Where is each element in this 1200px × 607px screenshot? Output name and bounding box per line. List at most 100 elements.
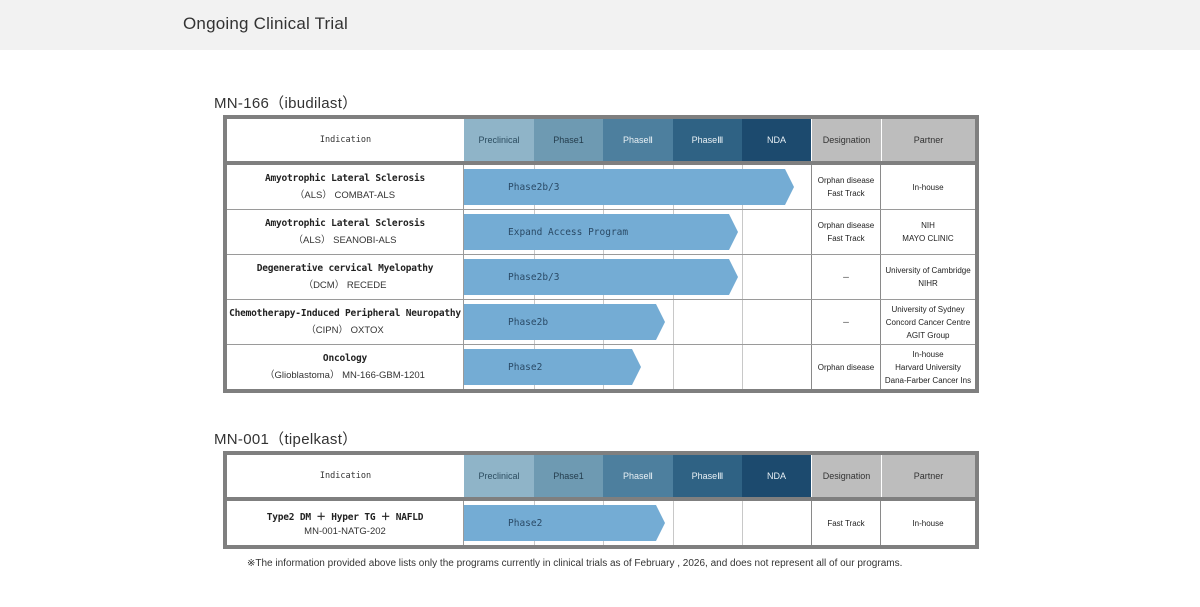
progress-bar: Phase2b xyxy=(464,304,665,340)
partner-cell: In-house xyxy=(880,501,975,545)
designation-text: － xyxy=(842,272,850,282)
indication-cell: Amyotrophic Lateral Sclerosis （ALS） SEANO… xyxy=(227,210,464,254)
partner-text: University of Cambridge xyxy=(885,266,971,275)
phase-divider xyxy=(673,300,674,344)
designation-text: Fast Track xyxy=(827,234,865,243)
table-row: Degenerative cervical Myelopathy （DCM） RE… xyxy=(227,255,975,300)
program-label: Phase2 xyxy=(508,517,543,529)
designation-text: Orphan disease xyxy=(817,176,875,185)
trial-name: （CIPN） OXTOX xyxy=(306,325,384,336)
designation-text: Orphan disease xyxy=(817,362,875,372)
table-header: Indication Preclinical Phase1 PhaseⅡ PhaseⅢ N… xyxy=(227,119,975,165)
column-header-preclinical: Preclinical xyxy=(464,455,534,497)
designation-text: Orphan disease xyxy=(817,221,875,230)
partner-text: Dana-Farber Cancer Ins xyxy=(884,375,972,385)
column-header-phase3: PhaseⅢ xyxy=(673,119,742,161)
progress-bar: Phase2b/3 xyxy=(464,169,794,205)
program-label: Phase2b/3 xyxy=(508,271,560,283)
progress-bar: Expand Access Program xyxy=(464,214,738,250)
program-label: Phase2b xyxy=(508,316,549,328)
indication-name: Chemotherapy-Induced Peripheral Neuropat… xyxy=(229,308,461,319)
indication-cell: Type2 DM ＋ Hyper TG ＋ NAFLD MN-001-NATG-2… xyxy=(227,501,464,545)
partner-text: AGIT Group xyxy=(906,330,950,340)
column-header-partner: Partner xyxy=(881,119,975,161)
pipeline-table: Indication Preclinical Phase1 PhaseⅡ PhaseⅢ N… xyxy=(223,451,979,549)
column-header-designation: Designation xyxy=(811,455,881,497)
program-label: Phase2b/3 xyxy=(508,181,560,193)
designation-cell: － xyxy=(811,255,880,299)
progress-bar: Phase2 xyxy=(464,505,665,541)
partner-cell: In-house xyxy=(880,165,975,209)
progress-arrow-tip xyxy=(785,169,794,205)
partner-text: In-house xyxy=(912,182,944,192)
table-row: Chemotherapy-Induced Peripheral Neuropat… xyxy=(227,300,975,345)
column-header-designation: Designation xyxy=(811,119,881,161)
column-header-phase2: PhaseⅡ xyxy=(603,455,673,497)
trial-name: （ALS） COMBAT-ALS xyxy=(294,190,396,201)
phase-divider xyxy=(742,345,743,389)
indication-name: Amyotrophic Lateral Sclerosis xyxy=(264,173,426,184)
indication-cell: Amyotrophic Lateral Sclerosis （ALS） COMBA… xyxy=(227,165,464,209)
column-header-preclinical: Preclinical xyxy=(464,119,534,161)
pipeline-title: MN-166（ibudilast） xyxy=(214,95,358,112)
partner-text: Concord Cancer Centre xyxy=(885,317,971,327)
partner-cell: In-house Harvard University Dana-Farber Ca… xyxy=(880,345,975,389)
column-header-indication: Indication xyxy=(227,119,464,161)
trial-name: （Glioblastoma） MN-166-GBM-1201 xyxy=(265,370,425,381)
indication-cell: Oncology （Glioblastoma） MN-166-GBM-1201 xyxy=(227,345,464,389)
phase-divider xyxy=(673,345,674,389)
indication-name: Amyotrophic Lateral Sclerosis xyxy=(264,218,426,229)
progress-bar: Phase2 xyxy=(464,349,641,385)
designation-text: Fast Track xyxy=(827,518,865,528)
table-header: Indication Preclinical Phase1 PhaseⅡ PhaseⅢ N… xyxy=(227,455,975,501)
indication-cell: Degenerative cervical Myelopathy （DCM） RE… xyxy=(227,255,464,299)
column-header-phase1: Phase1 xyxy=(534,119,603,161)
indication-name: Type2 DM ＋ Hyper TG ＋ NAFLD xyxy=(266,512,424,523)
partner-cell: University of Cambridge NIHR xyxy=(880,255,975,299)
phase-divider xyxy=(742,501,743,545)
phase-divider xyxy=(673,501,674,545)
progress-arrow-tip xyxy=(729,259,738,295)
page-title: Ongoing Clinical Trial xyxy=(183,14,349,33)
designation-cell: Orphan disease Fast Track xyxy=(811,210,880,254)
partner-text: Harvard University xyxy=(895,362,961,372)
trial-name: （DCM） RECEDE xyxy=(303,280,387,291)
program-label: Phase2 xyxy=(508,361,543,373)
partner-text: In-house xyxy=(912,518,944,528)
table-row: Oncology （Glioblastoma） MN-166-GBM-1201 Ph… xyxy=(227,345,975,389)
indication-name: Degenerative cervical Myelopathy xyxy=(256,263,434,274)
top-bar: Ongoing Clinical Trial xyxy=(0,0,1200,50)
partner-text: In-house xyxy=(912,349,944,359)
designation-cell: Orphan disease Fast Track xyxy=(811,165,880,209)
trial-name: MN-001-NATG-202 xyxy=(304,526,386,537)
partner-text: University of Sydney xyxy=(891,304,965,314)
progress-arrow-tip xyxy=(656,304,665,340)
designation-text: － xyxy=(842,317,850,327)
column-header-nda: NDA xyxy=(742,119,811,161)
progress-arrow-tip xyxy=(632,349,641,385)
designation-text: Fast Track xyxy=(827,189,865,198)
partner-text: MAYO CLINIC xyxy=(902,234,954,243)
trial-name: （ALS） SEANOBI-ALS xyxy=(293,235,397,246)
column-header-phase3: PhaseⅢ xyxy=(673,455,742,497)
phase-divider xyxy=(742,300,743,344)
partner-cell: University of Sydney Concord Cancer Centr… xyxy=(880,300,975,344)
column-header-indication: Indication xyxy=(227,455,464,497)
progress-arrow-tip xyxy=(656,505,665,541)
table-row: Amyotrophic Lateral Sclerosis （ALS） COMBA… xyxy=(227,165,975,210)
partner-text: NIH xyxy=(921,221,935,230)
column-header-nda: NDA xyxy=(742,455,811,497)
indication-cell: Chemotherapy-Induced Peripheral Neuropat… xyxy=(227,300,464,344)
column-header-phase2: PhaseⅡ xyxy=(603,119,673,161)
column-header-phase1: Phase1 xyxy=(534,455,603,497)
indication-name: Oncology xyxy=(322,353,368,364)
table-row: Amyotrophic Lateral Sclerosis （ALS） SEANO… xyxy=(227,210,975,255)
phase-divider xyxy=(742,255,743,299)
partner-cell: NIH MAYO CLINIC xyxy=(880,210,975,254)
designation-cell: － xyxy=(811,300,880,344)
partner-text: NIHR xyxy=(918,279,938,288)
pipeline-table: Indication Preclinical Phase1 PhaseⅡ PhaseⅢ N… xyxy=(223,115,979,393)
designation-cell: Fast Track xyxy=(811,501,880,545)
column-header-partner: Partner xyxy=(881,455,975,497)
progress-arrow-tip xyxy=(729,214,738,250)
